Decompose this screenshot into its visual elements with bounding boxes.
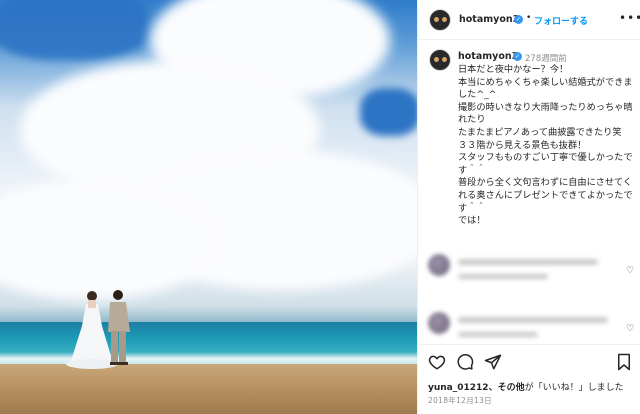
likes-summary: yuna_01212、その他が「いいね！」しました: [428, 383, 624, 393]
avatar[interactable]: [429, 9, 451, 31]
comment-item[interactable]: ♡: [428, 312, 638, 348]
post-actions-bar: yuna_01212、その他が「いいね！」しました 2018年12月13日: [418, 344, 640, 414]
comment-item[interactable]: ♡: [428, 254, 638, 290]
sky-patch: [360, 88, 417, 136]
likes-username[interactable]: yuna_01212: [428, 383, 489, 393]
comment-like-heart-icon[interactable]: ♡: [626, 324, 634, 334]
comment-icon[interactable]: [456, 353, 474, 371]
post-age: 278週間前: [525, 54, 567, 64]
couple-figures: [66, 290, 130, 369]
caption-username[interactable]: hotamyon3: [458, 51, 518, 62]
likes-quote: 「いいね！」: [533, 383, 588, 393]
header-username[interactable]: hotamyon3: [459, 14, 519, 25]
post-header: hotamyon3 ✓ • フォローする •••: [418, 0, 640, 40]
more-options-icon[interactable]: •••: [619, 11, 640, 25]
verified-badge-icon: ✓: [513, 52, 522, 61]
follow-button[interactable]: フォローする: [534, 14, 588, 27]
comment-meta-blurred: [458, 332, 538, 337]
post-caption: 日本だと夜中かなー？今！ 本当にめちゃくちゃ楽しい結婚式ができました^_^ 撮影…: [458, 64, 633, 227]
avatar[interactable]: [429, 49, 451, 71]
comment-like-heart-icon[interactable]: ♡: [626, 266, 634, 276]
sand-beach: [0, 364, 417, 414]
post-photo[interactable]: [0, 0, 417, 414]
comment-avatar[interactable]: [428, 254, 450, 276]
comment-meta-blurred: [458, 274, 548, 279]
sky-patch: [0, 0, 150, 60]
comment-avatar[interactable]: [428, 312, 450, 334]
post-side-panel: hotamyon3 ✓ • フォローする ••• hotamyon3 ✓ 278…: [417, 0, 640, 414]
heart-icon[interactable]: [428, 353, 446, 371]
likes-suffix: しました: [587, 383, 624, 393]
bookmark-icon[interactable]: [615, 353, 633, 371]
comment-text-blurred: [458, 317, 608, 323]
separator-dot: •: [526, 13, 532, 23]
share-icon[interactable]: [484, 353, 502, 371]
likes-others[interactable]: 、その他: [489, 383, 525, 393]
comment-text-blurred: [458, 259, 598, 265]
verified-badge-icon: ✓: [514, 15, 523, 24]
post-date: 2018年12月13日: [428, 396, 492, 405]
